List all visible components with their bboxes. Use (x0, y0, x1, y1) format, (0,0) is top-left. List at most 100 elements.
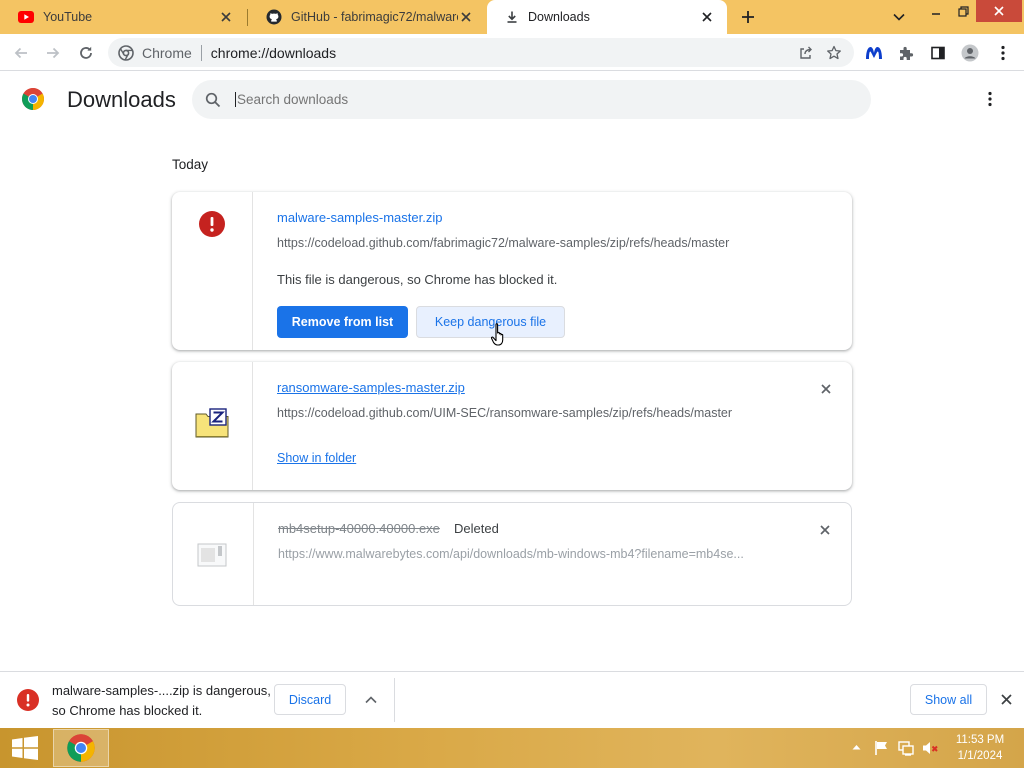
remove-item-button[interactable] (817, 522, 833, 538)
forward-button[interactable] (40, 40, 66, 66)
download-icon (505, 10, 519, 24)
file-icon-column (172, 362, 253, 490)
close-shelf-button[interactable] (997, 690, 1015, 708)
side-panel-icon (930, 45, 946, 61)
youtube-icon (18, 11, 34, 23)
puzzle-icon (898, 45, 914, 61)
deleted-status-tag: Deleted (454, 521, 499, 536)
danger-icon (199, 211, 225, 237)
search-icon (205, 92, 221, 108)
zip-folder-icon (195, 408, 229, 438)
chrome-site-icon (118, 44, 134, 61)
url-text: chrome://downloads (210, 44, 337, 61)
download-filename[interactable]: ransomware-samples-master.zip (277, 380, 465, 395)
close-icon (821, 384, 831, 394)
show-in-folder-link[interactable]: Show in folder (277, 451, 356, 465)
malwarebytes-icon (865, 45, 883, 61)
malwarebytes-extension-button[interactable] (861, 40, 887, 66)
restore-icon (957, 5, 969, 17)
address-bar[interactable]: Chrome chrome://downloads (108, 38, 854, 67)
omnibox-divider (200, 44, 202, 61)
start-button[interactable] (0, 728, 50, 768)
close-tab-icon[interactable] (218, 9, 234, 25)
arrow-left-icon (13, 45, 29, 61)
share-icon[interactable] (798, 45, 814, 61)
side-panel-button[interactable] (925, 40, 951, 66)
clock-date[interactable]: 1/1/2024 (944, 749, 1016, 764)
hand-cursor-icon (491, 323, 509, 347)
chevron-up-icon (365, 695, 377, 704)
shelf-item-menu-button[interactable] (356, 684, 386, 715)
discard-button[interactable]: Discard (274, 684, 346, 715)
download-url: https://codeload.github.com/fabrimagic72… (277, 236, 730, 250)
tab-github[interactable]: GitHub - fabrimagic72/malware- (248, 0, 486, 34)
clock-time[interactable]: 11:53 PM (944, 733, 1016, 748)
tab-downloads[interactable]: Downloads (487, 0, 727, 34)
downloads-page: Downloads Today malware-samples-master.z… (0, 71, 1024, 671)
star-icon[interactable] (826, 45, 842, 61)
show-all-button[interactable]: Show all (910, 684, 987, 715)
search-downloads-field[interactable] (192, 80, 871, 119)
page-menu-button[interactable] (980, 89, 1000, 109)
chrome-menu-button[interactable] (990, 40, 1016, 66)
tab-label: GitHub - fabrimagic72/malware- (291, 10, 458, 24)
tab-strip: YouTube GitHub - fabrimagic72/malware- D… (0, 0, 1024, 34)
chrome-logo (21, 87, 45, 111)
network-icon[interactable] (898, 740, 914, 756)
action-center-flag-icon[interactable] (874, 740, 890, 756)
download-shelf: malware-samples-....zip is dangerous, so… (0, 671, 1024, 728)
tab-youtube[interactable]: YouTube (0, 0, 246, 34)
danger-status-text: This file is dangerous, so Chrome has bl… (277, 272, 558, 287)
restore-button[interactable] (950, 0, 976, 22)
download-filename[interactable]: malware-samples-master.zip (277, 210, 442, 225)
taskbar-chrome-button[interactable] (53, 729, 109, 767)
chrome-icon (66, 733, 96, 763)
arrow-right-icon (45, 45, 61, 61)
download-item-dangerous: malware-samples-master.zip https://codel… (172, 192, 852, 350)
github-icon (266, 9, 282, 25)
profile-button[interactable] (957, 40, 983, 66)
shelf-divider (394, 678, 395, 722)
plus-icon (741, 10, 755, 24)
tray-overflow-icon[interactable] (852, 744, 861, 750)
file-icon (197, 543, 227, 567)
search-input[interactable] (237, 92, 837, 107)
more-vert-icon (988, 91, 992, 107)
reload-button[interactable] (73, 40, 99, 66)
tab-search-button[interactable] (890, 8, 908, 26)
close-icon (1000, 693, 1012, 705)
minimize-icon (931, 6, 941, 16)
extensions-button[interactable] (893, 40, 919, 66)
volume-muted-icon[interactable] (922, 740, 940, 756)
download-filename: mb4setup-40000.40000.exe (278, 521, 440, 536)
text-cursor (235, 92, 236, 107)
download-url: https://www.malwarebytes.com/api/downloa… (278, 547, 744, 561)
file-icon-column (173, 503, 254, 605)
download-item-completed: ransomware-samples-master.zip https://co… (172, 362, 852, 490)
browser-toolbar: Chrome chrome://downloads (0, 34, 1024, 71)
page-title: Downloads (67, 87, 176, 112)
close-tab-icon[interactable] (699, 9, 715, 25)
close-tab-icon[interactable] (458, 9, 474, 25)
tab-label: Downloads (528, 10, 590, 24)
avatar-icon (961, 44, 979, 62)
windows-logo-icon (12, 736, 38, 760)
chevron-down-icon (893, 13, 905, 21)
close-icon (820, 525, 830, 535)
tab-label: YouTube (43, 10, 93, 24)
danger-icon (17, 689, 39, 711)
download-url: https://codeload.github.com/UIM-SEC/rans… (277, 406, 733, 420)
download-item-deleted: mb4setup-40000.40000.exe Deleted https:/… (172, 502, 852, 606)
new-tab-button[interactable] (738, 8, 758, 26)
back-button[interactable] (8, 40, 34, 66)
shelf-message-line1: malware-samples-....zip is dangerous, (52, 683, 271, 698)
more-vert-icon (1001, 45, 1005, 61)
close-window-button[interactable] (976, 0, 1022, 22)
windows-taskbar: 11:53 PM 1/1/2024 (0, 728, 1024, 768)
remove-from-list-button[interactable]: Remove from list (277, 306, 408, 338)
file-icon-column (172, 192, 253, 350)
site-label: Chrome (142, 44, 192, 61)
date-section-label: Today (172, 157, 209, 172)
remove-item-button[interactable] (818, 381, 834, 397)
minimize-button[interactable] (922, 0, 950, 22)
